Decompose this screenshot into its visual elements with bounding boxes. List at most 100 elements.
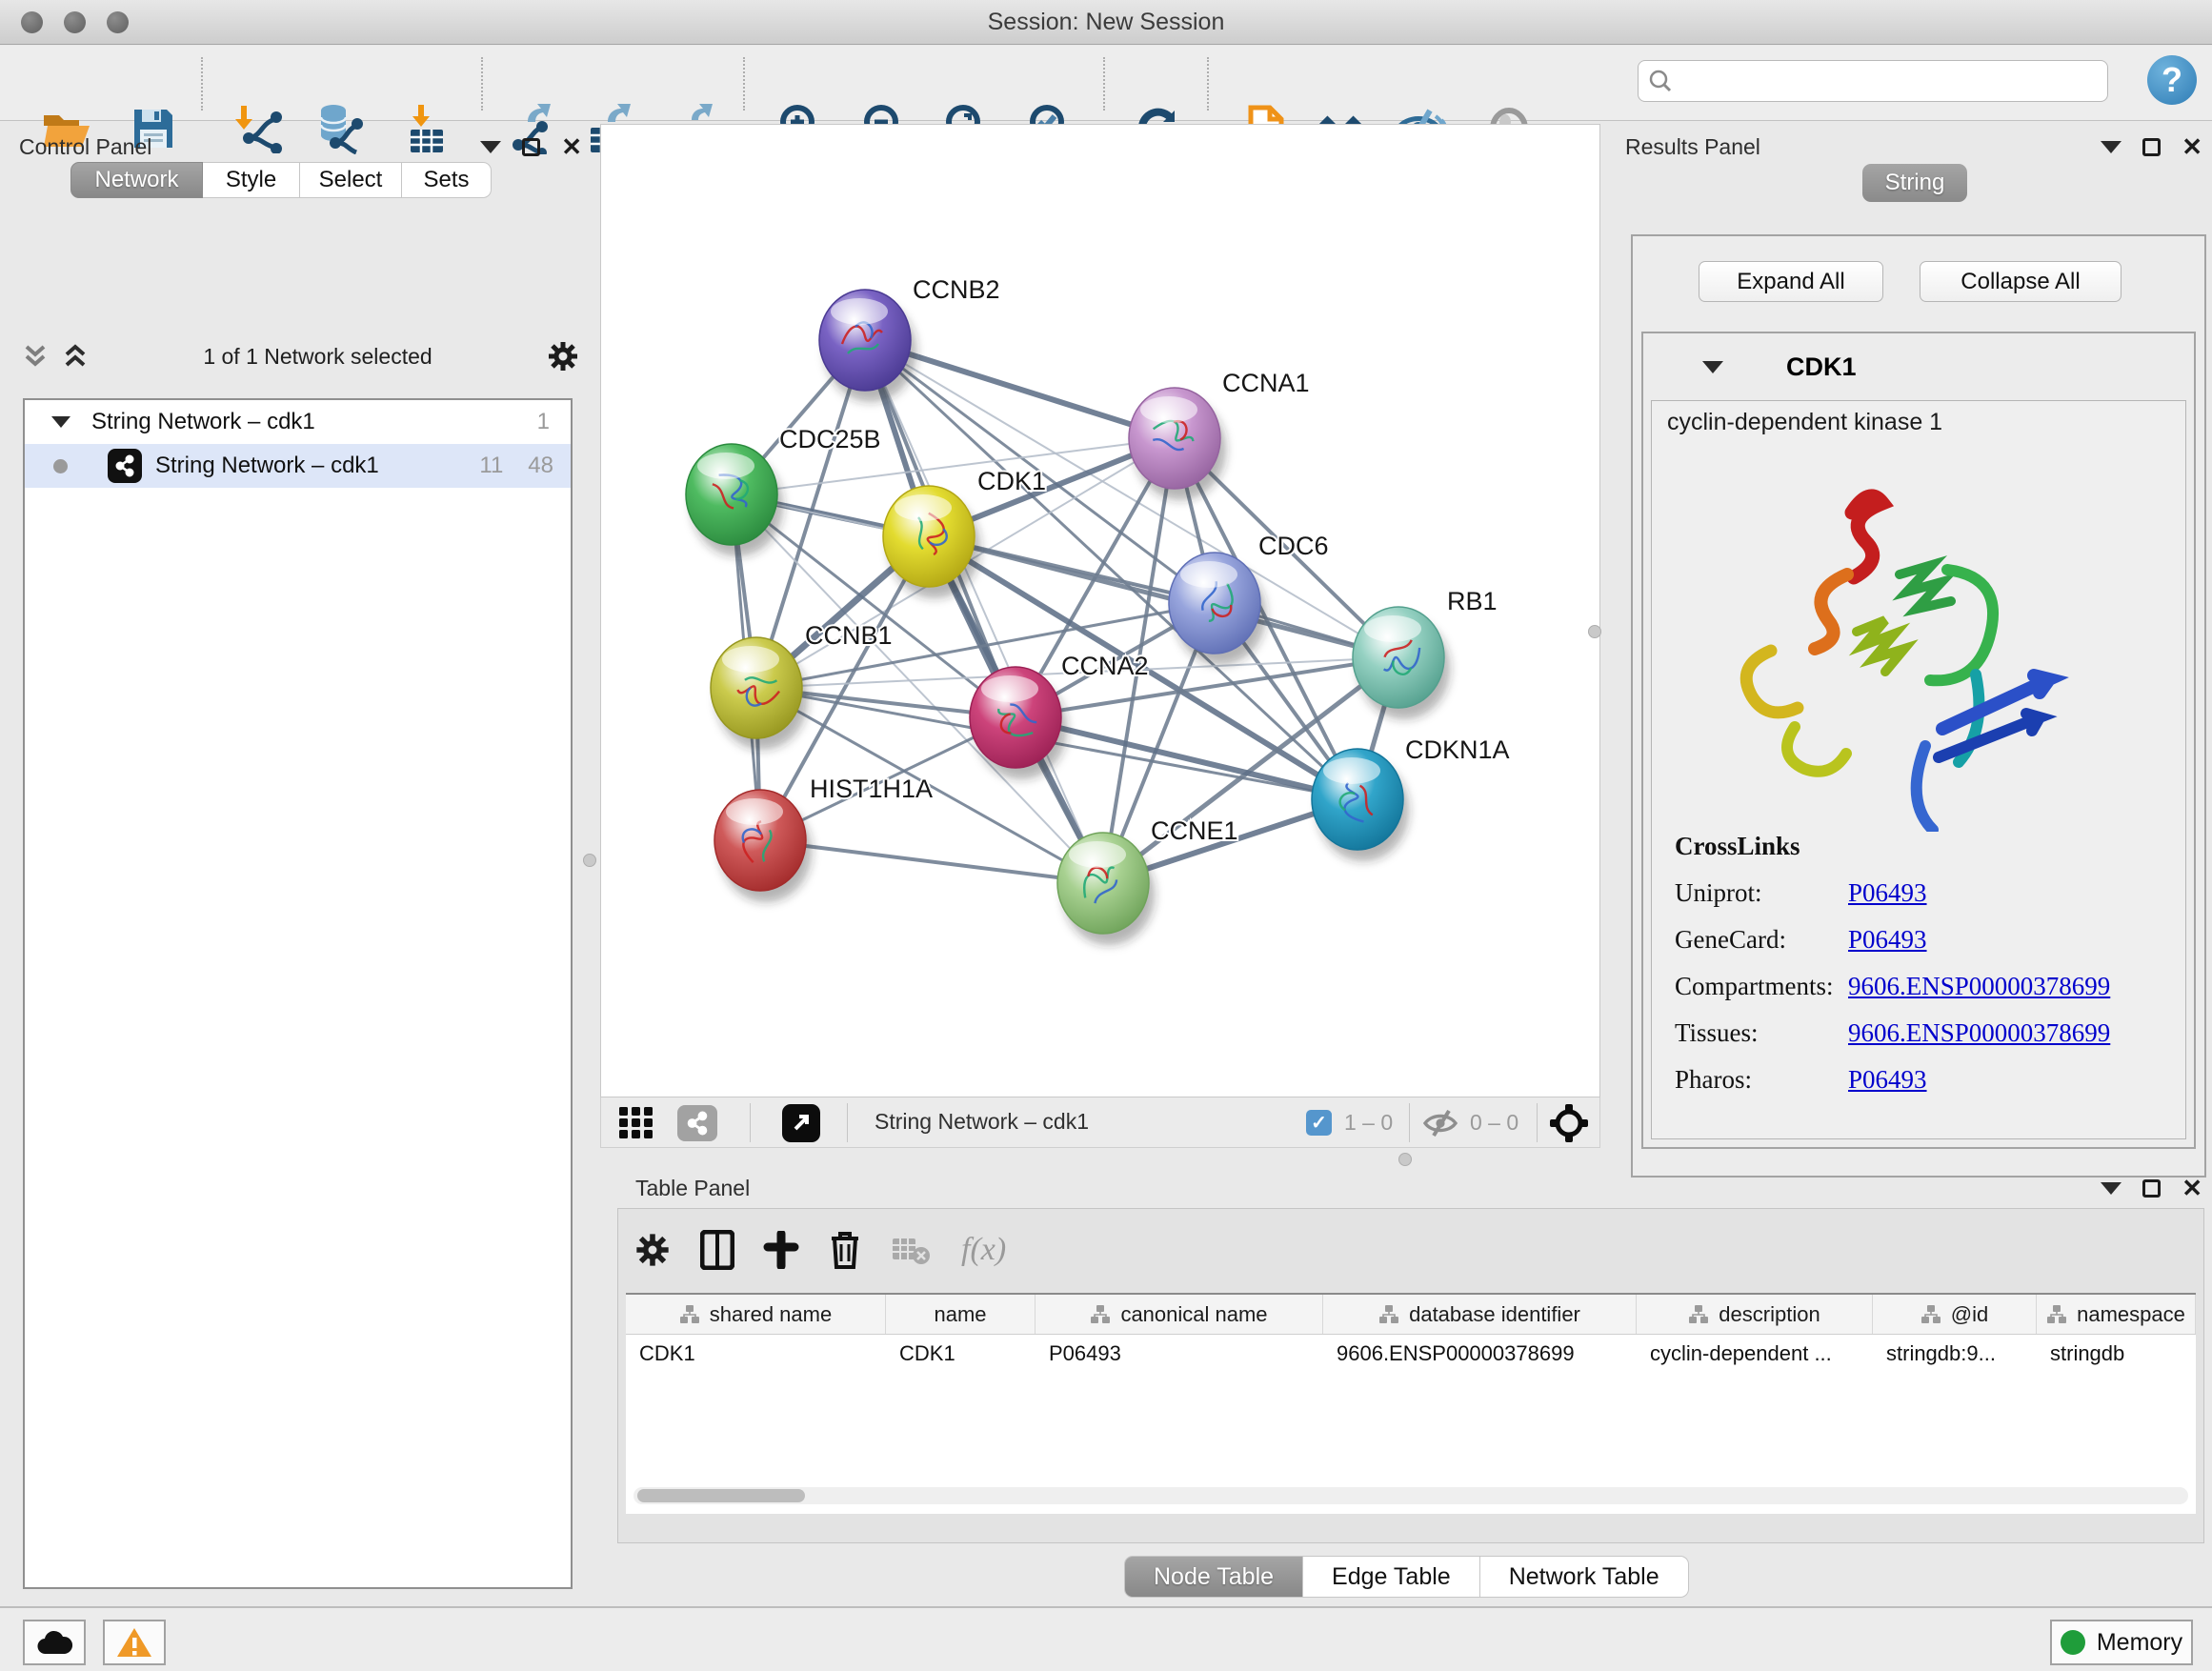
share-icon [685, 1111, 710, 1136]
column-header--id[interactable]: @id [1873, 1295, 2037, 1334]
tab-network-table[interactable]: Network Table [1480, 1556, 1689, 1598]
warnings-button[interactable] [103, 1620, 166, 1665]
delete-column-button[interactable] [828, 1229, 862, 1271]
gene-section-header[interactable]: CDK1 [1643, 333, 2194, 400]
node-label-CDK1: CDK1 [977, 467, 1046, 495]
close-panel-icon[interactable]: ✕ [2182, 138, 2202, 156]
network-row-selected[interactable]: String Network – cdk1 11 48 [25, 444, 571, 488]
network-node-count: 11 [479, 453, 503, 479]
gear-icon[interactable] [546, 339, 580, 373]
cloud-status-button[interactable] [23, 1620, 86, 1665]
delete-table-button[interactable] [891, 1233, 933, 1267]
crosslink-compartments[interactable]: 9606.ENSP00000378699 [1848, 972, 2110, 1001]
table-cell[interactable]: CDK1 [626, 1335, 886, 1373]
memory-button[interactable]: Memory [2050, 1620, 2193, 1665]
node-CCNE1[interactable] [1057, 833, 1155, 945]
crosslink-pharos[interactable]: P06493 [1848, 1065, 1927, 1095]
question-mark-icon: ? [2162, 60, 2182, 100]
crosslink-tissues[interactable]: 9606.ENSP00000378699 [1848, 1018, 2110, 1048]
tab-style[interactable]: Style [203, 162, 300, 198]
tree-expand-icon[interactable] [51, 416, 70, 428]
network-row-label: String Network – cdk1 [155, 453, 379, 479]
table-panel-title: Table Panel [635, 1176, 750, 1201]
create-column-button[interactable] [763, 1231, 799, 1269]
node-CCNA1[interactable] [1129, 388, 1226, 500]
expand-all-button[interactable]: Expand All [1699, 261, 1883, 302]
detach-view-button[interactable] [782, 1104, 820, 1142]
collapse-all-button[interactable]: Collapse All [1920, 261, 2122, 302]
table-cell[interactable]: CDK1 [886, 1335, 1036, 1373]
close-panel-icon[interactable]: ✕ [561, 138, 582, 156]
table-cell[interactable]: P06493 [1036, 1335, 1323, 1373]
table-panel: f(x) shared namenamecanonical namedataba… [617, 1208, 2204, 1543]
selected-nodes-checkbox[interactable]: ✓ [1306, 1110, 1332, 1136]
crosslink-label: Pharos: [1675, 1065, 1848, 1095]
collapse-all-icon[interactable] [21, 343, 50, 370]
help-button[interactable]: ? [2147, 55, 2197, 105]
column-header-canonical-name[interactable]: canonical name [1036, 1295, 1323, 1334]
edge-CCNE1-HIST1H1A[interactable] [760, 840, 1103, 883]
maximize-panel-icon[interactable] [2142, 138, 2161, 156]
node-HIST1H1A[interactable] [714, 790, 812, 902]
table-cell[interactable]: stringdb [2037, 1335, 2196, 1373]
column-type-icon [1688, 1304, 1709, 1325]
network-canvas[interactable]: CCNB2CCNA1CDC25BCDK1CDC6RB1CCNB1CCNA2CDK… [600, 124, 1600, 1097]
tab-select[interactable]: Select [300, 162, 402, 198]
right-splitter-handle[interactable] [1588, 625, 1601, 638]
grid-view-button[interactable] [618, 1106, 654, 1145]
node-CDC25B[interactable] [686, 444, 783, 556]
scrollbar-thumb[interactable] [637, 1489, 805, 1502]
column-header-database-identifier[interactable]: database identifier [1323, 1295, 1637, 1334]
float-panel-icon[interactable] [2101, 1182, 2122, 1195]
column-header-namespace[interactable]: namespace [2037, 1295, 2196, 1334]
close-panel-icon[interactable]: ✕ [2182, 1179, 2202, 1198]
column-header-description[interactable]: description [1637, 1295, 1873, 1334]
gene-description: cyclin-dependent kinase 1 [1667, 409, 1942, 436]
gene-details: cyclin-dependent kinase 1 [1651, 400, 2186, 1139]
network-view-mode-button[interactable] [677, 1105, 717, 1141]
function-builder-button[interactable]: f(x) [961, 1232, 1006, 1268]
collapse-gene-icon[interactable] [1702, 361, 1723, 373]
float-panel-icon[interactable] [480, 141, 501, 153]
column-header-shared-name[interactable]: shared name [626, 1295, 886, 1334]
float-panel-icon[interactable] [2101, 141, 2122, 153]
warning-icon [116, 1626, 152, 1659]
left-splitter-handle[interactable] [583, 854, 596, 867]
horizontal-scrollbar[interactable] [633, 1487, 2188, 1504]
tab-sets[interactable]: Sets [402, 162, 492, 198]
tab-network[interactable]: Network [70, 162, 203, 198]
table-cell[interactable]: stringdb:9... [1873, 1335, 2037, 1373]
maximize-panel-icon[interactable] [522, 138, 540, 156]
show-columns-button[interactable] [700, 1230, 734, 1270]
crosslink-genecard[interactable]: P06493 [1848, 925, 1927, 955]
window-title: Session: New Session [0, 9, 2212, 36]
node-RB1[interactable] [1353, 607, 1450, 719]
table-gear-button[interactable] [633, 1231, 672, 1269]
network-collection-row[interactable]: String Network – cdk1 1 [25, 400, 571, 444]
node-CDK1[interactable] [883, 486, 980, 598]
selected-counter: 1 – 0 [1344, 1110, 1393, 1136]
table-cell[interactable]: 9606.ENSP00000378699 [1323, 1335, 1637, 1373]
global-search-field[interactable] [1638, 60, 2108, 102]
crosslinks-section: CrossLinks Uniprot:P06493 GeneCard:P0649… [1675, 832, 2110, 1095]
table-row[interactable]: CDK1CDK1P064939606.ENSP00000378699cyclin… [626, 1335, 2196, 1373]
bottom-splitter-handle[interactable] [1398, 1153, 1412, 1166]
node-CDKN1A[interactable] [1312, 749, 1409, 861]
tab-node-table[interactable]: Node Table [1124, 1556, 1303, 1598]
birds-eye-toggle-button[interactable] [1549, 1103, 1589, 1148]
toolbar-separator [743, 57, 745, 111]
tab-edge-table[interactable]: Edge Table [1303, 1556, 1480, 1598]
table-cell[interactable]: cyclin-dependent ... [1637, 1335, 1873, 1373]
crosslink-uniprot[interactable]: P06493 [1848, 878, 1927, 908]
expand-all-icon[interactable] [61, 343, 90, 370]
search-input[interactable] [1673, 69, 2082, 93]
node-CCNB2[interactable] [819, 290, 916, 402]
node-CCNA2[interactable] [970, 667, 1067, 779]
maximize-panel-icon[interactable] [2142, 1179, 2161, 1198]
column-header-name[interactable]: name [886, 1295, 1036, 1334]
crosslink-label: GeneCard: [1675, 925, 1848, 955]
node-label-CCNA1: CCNA1 [1222, 369, 1310, 397]
tab-string[interactable]: String [1862, 164, 1967, 202]
toolbar-divider [750, 1103, 751, 1142]
node-label-RB1: RB1 [1447, 587, 1498, 615]
